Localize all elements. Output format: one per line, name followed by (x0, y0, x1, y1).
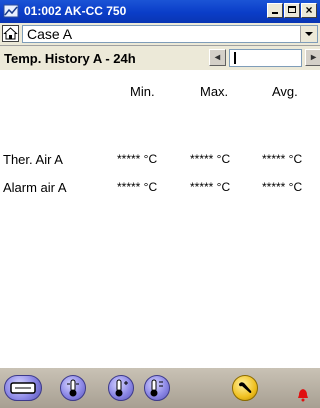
column-header-min: Min. (130, 84, 155, 99)
column-header-avg: Avg. (272, 84, 298, 99)
next-button[interactable]: ▸ (305, 49, 320, 66)
cell-alarm-air-max: ***** °C (190, 180, 231, 194)
close-button[interactable]: × (301, 3, 317, 18)
row-label-ther-air: Ther. Air A (3, 152, 63, 167)
chevron-down-icon[interactable] (300, 26, 317, 42)
case-dropdown-value: Case A (27, 26, 73, 42)
bottom-toolbar (0, 368, 320, 408)
title-bar: 01:002 AK-CC 750 × (0, 0, 320, 23)
text-cursor (234, 52, 236, 64)
alarm-bell-icon[interactable] (296, 388, 310, 402)
temperature-button[interactable] (60, 375, 86, 401)
close-icon: × (305, 3, 313, 17)
service-wrench-icon (239, 382, 252, 393)
history-title: Temp. History A - 24h (4, 51, 136, 66)
service-button[interactable] (232, 375, 258, 401)
cell-ther-air-max: ***** °C (190, 152, 231, 166)
window-title: 01:002 AK-CC 750 (24, 4, 127, 18)
cell-alarm-air-min: ***** °C (117, 180, 158, 194)
case-display-icon (10, 382, 36, 394)
history-position-field[interactable] (229, 49, 302, 67)
column-header-max: Max. (200, 84, 229, 99)
cell-ther-air-avg: ***** °C (262, 152, 303, 166)
thermometer-icon (67, 379, 79, 397)
maximize-button[interactable] (284, 3, 300, 18)
cell-alarm-air-avg: ***** °C (262, 180, 303, 194)
minimize-button[interactable] (267, 3, 283, 18)
cell-ther-air-min: ***** °C (117, 152, 158, 166)
temperature-history-button[interactable] (108, 375, 134, 401)
home-button[interactable] (2, 25, 19, 42)
previous-button[interactable]: ◂ (209, 49, 226, 66)
app-icon (3, 4, 19, 18)
case-dropdown[interactable]: Case A (22, 25, 318, 43)
home-icon (3, 27, 18, 40)
thermometer-plus-icon (115, 379, 128, 397)
history-header: Temp. History A - 24h ◂ ▸ (0, 46, 320, 70)
case-display-button[interactable] (4, 375, 42, 401)
row-label-alarm-air: Alarm air A (3, 180, 67, 195)
temperature-settings-button[interactable] (144, 375, 170, 401)
thermometer-settings-icon (150, 379, 163, 397)
case-bar: Case A (0, 23, 320, 46)
